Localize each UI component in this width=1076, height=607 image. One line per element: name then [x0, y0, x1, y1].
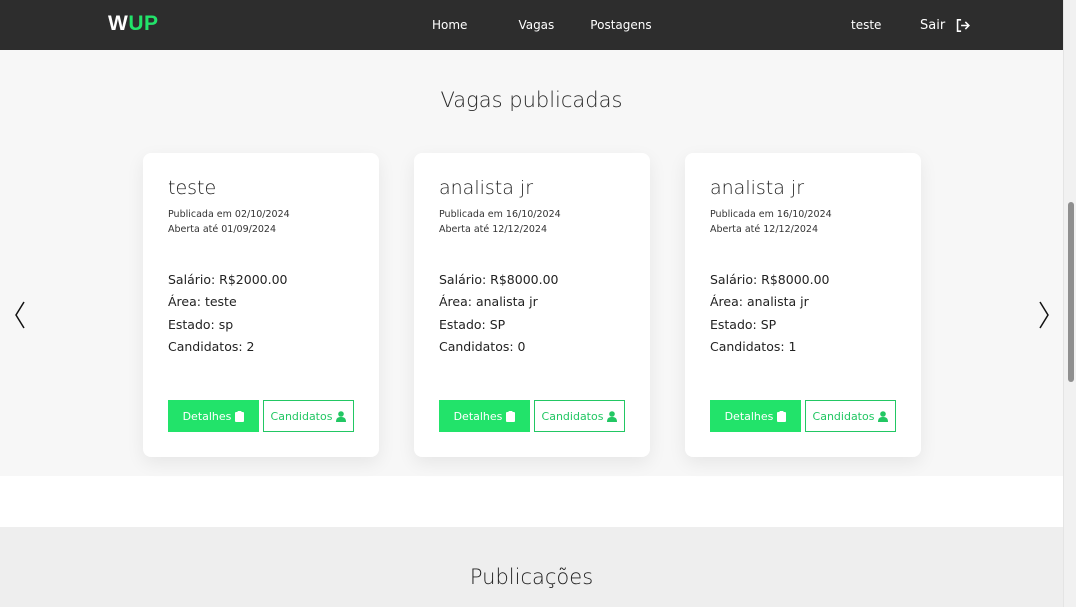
navbar: WUP Home Vagas Postagens teste Sair [0, 0, 1063, 50]
job-title: analista jr [439, 177, 534, 199]
jobs-section: Vagas publicadas teste Publicada em 02/1… [0, 50, 1063, 476]
details-button[interactable]: Detalhes [439, 400, 530, 432]
candidates-button[interactable]: Candidatos [263, 400, 354, 432]
job-open-until: Aberta até 12/12/2024 [439, 224, 548, 235]
job-open-until: Aberta até 01/09/2024 [168, 224, 277, 235]
details-label: Detalhes [724, 409, 774, 423]
job-published-date: Publicada em 02/10/2024 [168, 209, 290, 220]
details-button[interactable]: Detalhes [168, 400, 259, 432]
job-card: analista jr Publicada em 16/10/2024 Aber… [414, 153, 650, 457]
logo[interactable]: WUP [108, 12, 159, 36]
logout-icon [956, 18, 971, 32]
details-button[interactable]: Detalhes [710, 400, 801, 432]
job-state: Estado: SP [710, 317, 777, 332]
clipboard-icon [235, 410, 245, 422]
logout-button[interactable]: Sair [920, 0, 971, 50]
job-candidates-count: Candidatos: 2 [168, 339, 255, 354]
logout-label: Sair [920, 17, 946, 33]
job-candidates-count: Candidatos: 0 [439, 339, 526, 354]
job-card: analista jr Publicada em 16/10/2024 Aber… [685, 153, 921, 457]
logo-w: W [108, 12, 129, 35]
job-area: Área: teste [168, 294, 237, 309]
job-salary: Salário: R$8000.00 [710, 272, 830, 287]
user-icon [607, 410, 618, 422]
page: WUP Home Vagas Postagens teste Sair Vaga… [0, 0, 1076, 607]
job-title: analista jr [710, 177, 805, 199]
chevron-right-icon [1039, 301, 1049, 329]
job-state: Estado: SP [439, 317, 506, 332]
job-salary: Salário: R$2000.00 [168, 272, 288, 287]
clipboard-icon [777, 410, 787, 422]
section-title: Vagas publicadas [440, 88, 623, 112]
clipboard-icon [506, 410, 516, 422]
job-card: teste Publicada em 02/10/2024 Aberta até… [143, 153, 379, 457]
details-label: Detalhes [182, 409, 232, 423]
main-nav: Home Vagas Postagens [420, 0, 652, 50]
posts-section: Publicações [0, 527, 1063, 607]
candidates-button[interactable]: Candidatos [805, 400, 896, 432]
scrollbar-thumb[interactable] [1068, 202, 1074, 382]
details-label: Detalhes [453, 409, 503, 423]
nav-home[interactable]: Home [432, 0, 467, 50]
candidates-label: Candidatos [812, 409, 875, 423]
user-name[interactable]: teste [851, 0, 881, 50]
nav-vagas[interactable]: Vagas [518, 0, 554, 50]
job-area: Área: analista jr [710, 294, 809, 309]
user-icon [336, 410, 347, 422]
job-area: Área: analista jr [439, 294, 538, 309]
candidates-label: Candidatos [541, 409, 604, 423]
logo-up: UP [128, 12, 159, 35]
candidates-label: Candidatos [270, 409, 333, 423]
chevron-left-icon [15, 301, 25, 329]
job-open-until: Aberta até 12/12/2024 [710, 224, 819, 235]
page-scrollbar[interactable] [1063, 0, 1076, 607]
carousel-next-button[interactable] [1036, 300, 1052, 330]
posts-title: Publicações [469, 565, 594, 589]
candidates-button[interactable]: Candidatos [534, 400, 625, 432]
user-icon [878, 410, 889, 422]
job-published-date: Publicada em 16/10/2024 [710, 209, 832, 220]
nav-postagens[interactable]: Postagens [590, 0, 651, 50]
job-candidates-count: Candidatos: 1 [710, 339, 797, 354]
job-published-date: Publicada em 16/10/2024 [439, 209, 561, 220]
job-salary: Salário: R$8000.00 [439, 272, 559, 287]
carousel-prev-button[interactable] [12, 300, 28, 330]
job-state: Estado: sp [168, 317, 234, 332]
job-title: teste [168, 177, 217, 199]
